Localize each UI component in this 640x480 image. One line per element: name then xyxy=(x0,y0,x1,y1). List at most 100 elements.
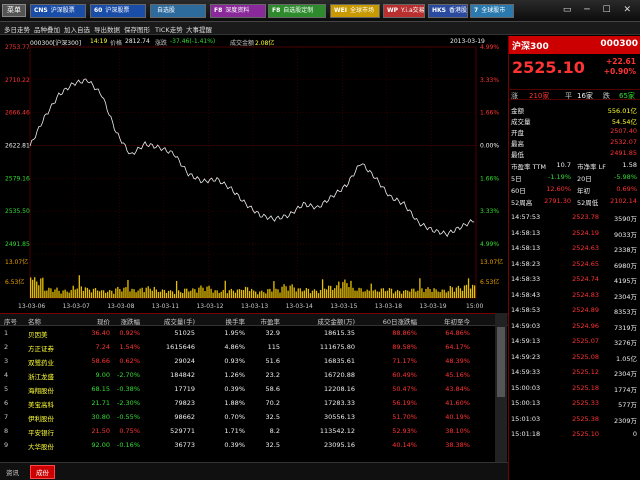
volume-bar xyxy=(293,287,295,298)
table-cell: 8.2 xyxy=(269,427,280,435)
volume-bar xyxy=(111,290,113,298)
table-cell: 43.84% xyxy=(445,385,470,393)
toolbar-button-1[interactable]: 60 沪深股票 xyxy=(90,4,146,18)
right-axis-label: 1.66% xyxy=(480,175,499,182)
volume-bar xyxy=(370,283,372,298)
volume-bar xyxy=(409,291,411,298)
toolbar-button-6[interactable]: WPY.i.a交易港 xyxy=(383,4,425,18)
volume-bar xyxy=(131,288,133,298)
subtab-0[interactable]: 多日走势 xyxy=(4,24,30,34)
table-row[interactable]: 1 贝因美 36.40 0.92% 51025 1.95% 32.9 18615.35 88.8… xyxy=(0,328,508,340)
table-scrollbar[interactable] xyxy=(495,313,507,462)
window-controls[interactable]: ▭ ─ ☐ ✕ xyxy=(563,5,636,15)
menu-button[interactable]: 菜单 xyxy=(2,4,26,17)
table-row[interactable]: 9 大华股份 92.00 -0.16% 36773 0.39% 32.5 23095.16 40… xyxy=(0,440,508,452)
stat-value: 2532.07 xyxy=(610,138,637,146)
subtab-5[interactable]: TICK走势 xyxy=(155,24,183,34)
toolbar-label: 自选股定制 xyxy=(283,7,314,14)
table-row[interactable]: 5 海翔股份 68.15 -0.38% 17719 0.39% 58.6 12208.16 50… xyxy=(0,384,508,396)
right-axis-label: 0.00% xyxy=(480,143,499,150)
table-header: 序号 名称 现价 涨跌幅 成交量(手) 换手率 市盈率 成交金额(万) 60日涨跌幅 年初至今 xyxy=(0,314,508,326)
subtab-6[interactable]: 大事提醒 xyxy=(186,24,212,34)
table-cell: 71.17% xyxy=(392,357,417,365)
volume-bar xyxy=(263,292,265,298)
toolbar-key: F8 xyxy=(272,7,281,14)
volume-bar xyxy=(307,288,310,298)
scrollbar-thumb[interactable] xyxy=(497,327,505,397)
table-cell: 9 xyxy=(4,441,9,449)
table-cell: 51.70% xyxy=(392,413,417,421)
volume-bar xyxy=(163,289,166,298)
volume-bar xyxy=(161,289,164,298)
volume-bar xyxy=(330,285,332,298)
intraday-chart[interactable]: 2753.77 2710.22 2666.46 2622.81 2579.16 2535.… xyxy=(0,36,508,312)
toolbar-label: Y.i.a交易港 xyxy=(401,7,425,14)
toolbar-key: WP xyxy=(387,7,399,14)
toolbar-label: 沪深股票 xyxy=(105,7,130,14)
volume-bar xyxy=(283,284,285,298)
toolbar-button-7[interactable]: HKS香港股市 xyxy=(428,4,468,18)
volume-bar xyxy=(423,292,425,298)
table-row[interactable]: 2 方正证券 7.24 1.54% 1615646 4.86% 115 111675.80 89… xyxy=(0,342,508,354)
toolbar-button-0[interactable]: CNS 沪深股票 xyxy=(30,4,86,18)
volume-bar xyxy=(204,291,206,298)
volume-bar xyxy=(267,289,269,298)
volume-bar xyxy=(86,287,89,298)
volume-bar xyxy=(210,288,212,298)
table-cell: 0.93% xyxy=(224,357,245,365)
toolbar-button-5[interactable]: WEI 全球市场 xyxy=(330,4,380,18)
price-change: +22.61 xyxy=(605,57,636,66)
volume-bar xyxy=(76,288,78,298)
table-cell: 1.54% xyxy=(119,343,140,351)
tick-price: 2524.63 xyxy=(572,244,599,252)
date-label: 13-03-18 xyxy=(375,303,402,310)
toolbar-button-4[interactable]: F8 自选股定制 xyxy=(268,4,326,18)
tick-price: 2523.78 xyxy=(572,213,599,221)
volume-bar xyxy=(313,289,316,298)
subtab-4[interactable]: 保存图形 xyxy=(124,24,150,34)
tick-volume: 0 xyxy=(632,430,637,438)
table-row[interactable]: 8 平安银行 21.50 0.75% 529771 1.71% 8.2 113542.12 52… xyxy=(0,426,508,438)
volume-bar xyxy=(354,290,356,298)
table-cell: -2.70% xyxy=(117,371,140,379)
table-header-cell: 成交量(手) xyxy=(163,318,195,326)
flat-count: 16家 xyxy=(577,92,593,100)
subtab-2[interactable]: 加入自选 xyxy=(64,24,90,34)
tick-time: 15:00:13 xyxy=(511,399,541,407)
table-row[interactable]: 3 双鹭药业 58.66 0.62% 29024 0.93% 51.6 16835.61 71.… xyxy=(0,356,508,368)
stat-label: 最高 xyxy=(511,140,524,148)
volume-bar xyxy=(127,279,129,298)
table-row[interactable]: 6 美宝高科 21.71 -2.30% 79823 1.88% 70.2 17283.33 56… xyxy=(0,398,508,410)
volume-bar xyxy=(358,287,360,298)
tab-news[interactable]: 资讯 xyxy=(2,466,23,478)
volume-bar xyxy=(287,290,289,298)
date-label: 13-03-15 xyxy=(330,303,357,310)
tick-time: 14:58:13 xyxy=(511,228,541,237)
volume-bar xyxy=(372,290,374,298)
table-row[interactable]: 4 浙江龙盛 9.00 -2.70% 184842 1.26% 23.2 16720.88 60… xyxy=(0,370,508,382)
volume-bar xyxy=(443,289,445,298)
table-cell: 1.71% xyxy=(224,427,245,435)
table-cell: 529771 xyxy=(170,427,195,435)
volume-bar xyxy=(471,284,474,298)
volume-bar xyxy=(281,286,283,298)
left-axis-label: 13.07亿 xyxy=(5,258,28,266)
toolbar-button-3[interactable]: F8 深度资料 xyxy=(210,4,266,18)
subtab-1[interactable]: 品种叠加 xyxy=(34,24,60,34)
table-header-cell: 序号 xyxy=(4,318,17,326)
ratio-cell: 市净率 LF xyxy=(577,163,606,171)
table-row[interactable]: 7 伊利股份 30.80 -0.55% 98662 0.70% 32.5 30556.13 51… xyxy=(0,412,508,424)
table-cell: 58.6 xyxy=(265,385,280,393)
tick-volume: 9033万 xyxy=(613,230,637,239)
left-axis-labels: 2753.77 2710.22 2666.46 2622.81 2579.16 2535.… xyxy=(5,44,30,286)
volume-bar xyxy=(62,290,64,298)
toolbar-button-2[interactable]: 自选股 xyxy=(150,4,206,18)
subtab-3[interactable]: 导出数据 xyxy=(94,24,120,34)
toolbar-button-8[interactable]: 7 全球股市 xyxy=(470,4,514,18)
toolbar-label: 沪深股票 xyxy=(50,7,75,14)
down-count: 65家 xyxy=(619,92,635,100)
tab-constituents[interactable]: 成份 xyxy=(30,465,55,479)
index-name: 沪深300 xyxy=(512,42,549,52)
ratio-cell: 2791.30 xyxy=(544,197,571,205)
volume-bar xyxy=(184,288,186,298)
